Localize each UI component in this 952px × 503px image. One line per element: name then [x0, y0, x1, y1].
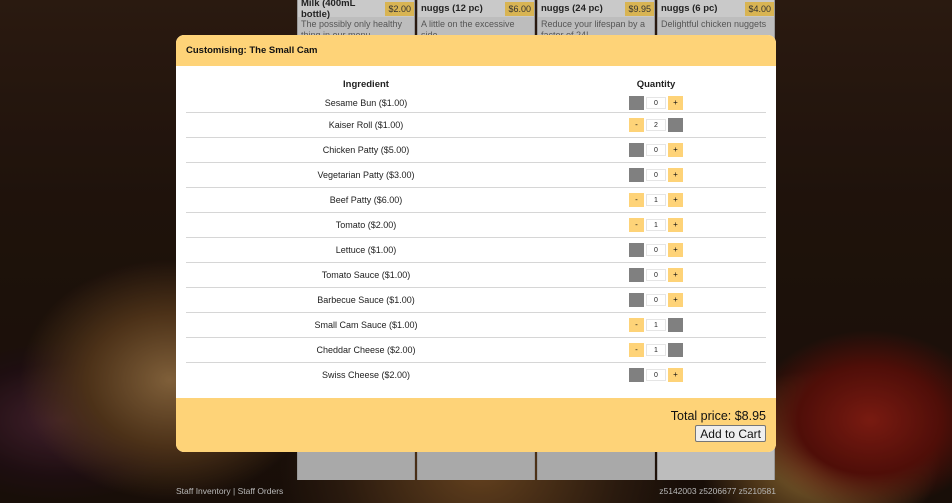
decrease-button[interactable]: - [629, 342, 644, 357]
product-name: Milk (400mL bottle) [301, 0, 356, 20]
modal-title: Customising: The Small Cam [186, 45, 318, 56]
quantity-value[interactable]: 0 [646, 368, 666, 381]
quantity-stepper: -2+ [629, 117, 683, 132]
quantity-column-header: Quantity [636, 78, 676, 90]
product-name: nuggs (12 pc) [421, 3, 483, 14]
product-name: nuggs (24 pc) [541, 3, 603, 14]
increase-button[interactable]: + [668, 292, 683, 307]
decrease-button[interactable]: - [629, 142, 644, 157]
decrease-button[interactable]: - [629, 267, 644, 282]
ingredient-name: Barbecue Sauce ($1.00) [317, 294, 415, 305]
card-footer [418, 452, 534, 480]
ingredient-name: Tomato Sauce ($1.00) [321, 269, 411, 280]
customise-modal: Customising: The Small Cam Ingredient Qu… [176, 35, 776, 452]
increase-button[interactable]: + [668, 317, 683, 332]
decrease-button[interactable]: - [629, 192, 644, 207]
quantity-stepper: -0+ [629, 292, 683, 307]
ingredient-name: Sesame Bun ($1.00) [324, 97, 408, 108]
ingredient-name: Lettuce ($1.00) [335, 244, 397, 255]
ingredient-row: Small Cam Sauce ($1.00) -1+ [186, 312, 766, 337]
ingredient-row: Lettuce ($1.00) -0+ [186, 237, 766, 262]
quantity-stepper: -0+ [629, 267, 683, 282]
increase-button[interactable]: + [668, 342, 683, 357]
quantity-value[interactable]: 0 [646, 96, 666, 109]
decrease-button[interactable]: - [629, 292, 644, 307]
decrease-button[interactable]: - [629, 95, 644, 110]
product-name: nuggs (6 pc) [661, 3, 718, 14]
ingredient-row: Kaiser Roll ($1.00) -2+ [186, 112, 766, 137]
quantity-value[interactable]: 1 [646, 343, 666, 356]
ingredient-name: Cheddar Cheese ($2.00) [316, 344, 416, 355]
ingredient-name: Small Cam Sauce ($1.00) [314, 319, 418, 330]
ingredient-name: Tomato ($2.00) [335, 219, 397, 230]
quantity-stepper: -0+ [629, 167, 683, 182]
card-footer [298, 452, 414, 480]
ingredient-name: Swiss Cheese ($2.00) [321, 369, 411, 380]
page-footer: Staff Inventory | Staff Orders z5142003 … [176, 486, 776, 496]
increase-button[interactable]: + [668, 367, 683, 382]
ingredient-row: Barbecue Sauce ($1.00) -0+ [186, 287, 766, 312]
ingredient-row: Vegetarian Patty ($3.00) -0+ [186, 162, 766, 187]
product-price: $9.95 [625, 1, 654, 16]
add-to-cart-button[interactable]: Add to Cart [695, 424, 766, 442]
modal-footer: Total price: $8.95 Add to Cart [176, 398, 776, 452]
quantity-value[interactable]: 0 [646, 293, 666, 306]
increase-button[interactable]: + [668, 142, 683, 157]
ingredient-row: Beef Patty ($6.00) -1 + [186, 187, 766, 212]
quantity-value[interactable]: 0 [646, 243, 666, 256]
quantity-stepper: -0+ [629, 95, 683, 110]
ingredient-row: Swiss Cheese ($2.00) -0+ [186, 362, 766, 387]
decrease-button[interactable]: - [629, 317, 644, 332]
decrease-button[interactable]: - [629, 117, 644, 132]
ingredient-name: Vegetarian Patty ($3.00) [317, 169, 415, 180]
quantity-value[interactable]: 0 [646, 268, 666, 281]
decrease-button[interactable]: - [629, 367, 644, 382]
ingredient-row: Sesame Bun ($1.00) -0+ [186, 94, 766, 112]
ingredient-row: Tomato Sauce ($1.00) -0+ [186, 262, 766, 287]
total-price: Total price: $8.95 [670, 408, 766, 423]
quantity-value[interactable]: 0 [646, 143, 666, 156]
quantity-stepper: -0+ [629, 367, 683, 382]
increase-button[interactable]: + [668, 267, 683, 282]
footer-separator: | [233, 486, 236, 496]
product-price: $2.00 [385, 1, 414, 16]
ingredient-name: Chicken Patty ($5.00) [322, 144, 410, 155]
quantity-value[interactable]: 1 [646, 193, 666, 206]
ingredient-column-header: Ingredient [343, 78, 389, 90]
quantity-stepper: -1+ [629, 192, 683, 207]
quantity-value[interactable]: 1 [646, 218, 666, 231]
quantity-value[interactable]: 1 [646, 318, 666, 331]
decrease-button[interactable]: - [629, 217, 644, 232]
ingredient-name: Beef Patty ($6.00) [329, 194, 403, 205]
modal-header: Customising: The Small Cam [176, 35, 776, 66]
decrease-button[interactable]: - [629, 242, 644, 257]
quantity-stepper: -1+ [629, 342, 683, 357]
ingredient-row: Tomato ($2.00) -1 + [186, 212, 766, 237]
increase-button[interactable]: + [668, 95, 683, 110]
quantity-stepper: -0+ [629, 242, 683, 257]
product-price: $4.00 [745, 1, 774, 16]
increase-button[interactable]: + [668, 167, 683, 182]
quantity-stepper: -0+ [629, 142, 683, 157]
increase-button[interactable]: + [668, 242, 683, 257]
decrease-button[interactable]: - [629, 167, 644, 182]
ingredient-row: Cheddar Cheese ($2.00) -1+ [186, 337, 766, 362]
staff-orders-link[interactable]: Staff Orders [238, 486, 284, 496]
ingredient-table: Ingredient Quantity Sesame Bun ($1.00)-0… [186, 74, 766, 387]
card-footer [538, 452, 654, 480]
increase-button[interactable]: + [668, 192, 683, 207]
footer-credits: z5142003 z5206677 z5210581 [659, 486, 776, 496]
quantity-value[interactable]: 2 [646, 118, 666, 131]
quantity-value[interactable]: 0 [646, 168, 666, 181]
increase-button[interactable]: + [668, 217, 683, 232]
increase-button[interactable]: + [668, 117, 683, 132]
ingredient-name: Kaiser Roll ($1.00) [328, 119, 404, 130]
product-price: $6.00 [505, 1, 534, 16]
ingredient-row: Chicken Patty ($5.00) -0+ [186, 137, 766, 162]
quantity-stepper: -1+ [629, 317, 683, 332]
quantity-stepper: -1+ [629, 217, 683, 232]
staff-inventory-link[interactable]: Staff Inventory [176, 486, 231, 496]
